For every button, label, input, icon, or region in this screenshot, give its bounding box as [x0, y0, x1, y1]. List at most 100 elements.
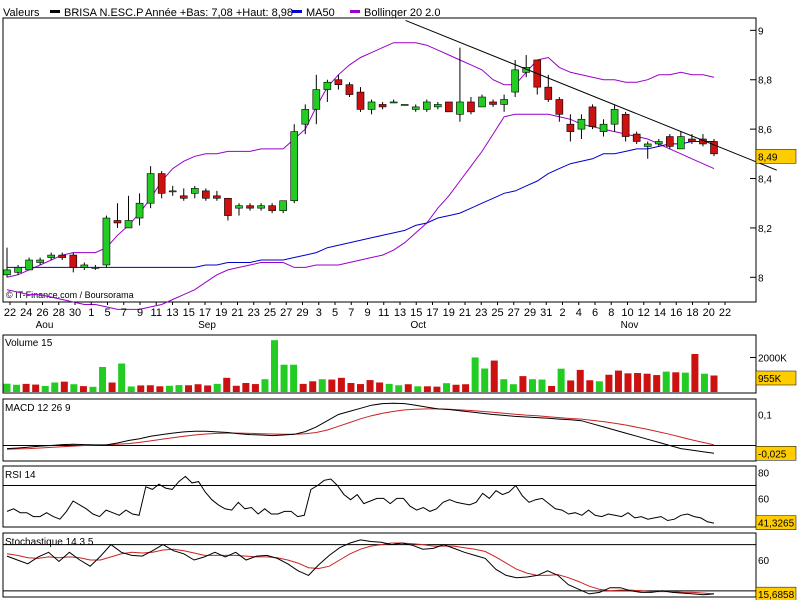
candle-body [610, 109, 619, 125]
price-tick-label: 9 [758, 26, 764, 37]
volume-bar [204, 385, 212, 392]
x-tick-label: 14 [654, 307, 666, 319]
price-tick-label: 8,8 [758, 76, 772, 87]
legend-instrument: BRISA N.ESC.P [64, 7, 143, 19]
x-tick-label: 17 [426, 307, 438, 319]
volume-bar [462, 384, 470, 392]
candle-body [224, 197, 232, 216]
volume-bar [404, 384, 412, 392]
x-tick-label: 7 [348, 307, 354, 319]
candle-body [677, 136, 685, 150]
candle-body [456, 101, 464, 115]
candle-body [511, 69, 519, 93]
candle-body [301, 109, 310, 125]
candle-body [135, 202, 144, 219]
volume-bar [251, 384, 259, 392]
candle-body [411, 106, 420, 110]
x-tick-label: 25 [264, 307, 276, 319]
volume-bar [376, 382, 384, 392]
x-tick-label: 13 [394, 307, 406, 319]
volume-bar [99, 366, 107, 392]
volume-bar [271, 340, 279, 392]
macd-signal-line [6, 408, 715, 450]
volume-bar [51, 382, 59, 392]
volume-bar [366, 380, 374, 392]
volume-bar [481, 368, 489, 392]
price-last-value: 8,49 [758, 152, 778, 163]
macd-panel: 0,1 -0,025 [3, 402, 797, 461]
technical-chart: Valeurs BRISA N.ESC.P Année +Bas: 7,08 +… [2, 7, 797, 600]
candle-body [146, 173, 155, 204]
x-tick-label: 27 [280, 307, 292, 319]
volume-bar [452, 384, 460, 392]
candle-body [422, 101, 431, 110]
stoch-panel-title: Stochastique 14 3 5 [5, 537, 94, 548]
bollinger-upper-line [6, 42, 715, 278]
volume-bar [605, 374, 613, 392]
candle-body [345, 84, 354, 95]
rsi-panel-frame [2, 465, 757, 528]
rsi-tick-label: 80 [758, 468, 770, 479]
volume-bar [22, 383, 30, 392]
stoch-d-line [6, 542, 715, 595]
candle-body [378, 104, 387, 108]
candle-body [80, 264, 89, 268]
volume-bar [643, 373, 651, 392]
volume-bar [653, 375, 661, 392]
x-tick-label: 22 [719, 307, 731, 319]
volume-bar [137, 385, 145, 392]
x-month-label: Oct [410, 320, 426, 331]
candle-body [235, 205, 243, 209]
candle-body [688, 138, 696, 142]
macd-tick-label: 0,1 [758, 411, 772, 422]
candle-body [500, 99, 508, 105]
candle-body [400, 104, 409, 106]
candle-body [621, 114, 630, 137]
volume-bar [32, 384, 40, 392]
stoch-tick-label: 60 [758, 556, 770, 567]
price-tick-label: 8,4 [758, 175, 772, 186]
x-tick-label: 24 [20, 307, 32, 319]
volume-bar [423, 386, 431, 392]
volume-bar [127, 386, 135, 392]
volume-bar [548, 385, 556, 392]
volume-bar [624, 373, 632, 392]
volume-bar [242, 383, 250, 392]
volume-bar [700, 373, 708, 392]
volume-bar [634, 373, 642, 392]
rsi-panel: 40608041,3265 [3, 468, 797, 531]
x-tick-label: 12 [638, 307, 650, 319]
x-tick-label: 13 [166, 307, 178, 319]
x-tick-label: 27 [508, 307, 520, 319]
volume-bar [662, 371, 670, 392]
macd-last-value: -0,025 [758, 449, 787, 460]
volume-bar [557, 368, 565, 392]
x-tick-label: 11 [151, 307, 162, 319]
legend-boll-label: Bollinger 20 2.0 [364, 7, 440, 19]
volume-bar [290, 364, 298, 392]
x-tick-label: 23 [475, 307, 487, 319]
candle-body [577, 118, 586, 130]
x-tick-label: 9 [364, 307, 370, 319]
volume-bar [185, 385, 193, 392]
volume-bar [710, 375, 718, 392]
x-month-label: Nov [621, 320, 639, 331]
trendline [405, 20, 777, 171]
candle-body [544, 86, 553, 100]
x-tick-label: 9 [137, 307, 143, 319]
volume-bar [528, 379, 536, 392]
stoch-last-value: 15,6858 [758, 590, 795, 600]
volume-bar [576, 369, 584, 392]
volume-bar [385, 383, 393, 392]
x-tick-label: 6 [592, 307, 598, 319]
volume-bar [538, 379, 546, 392]
rsi-last-value: 41,3265 [758, 519, 795, 530]
x-tick-label: 21 [459, 307, 471, 319]
volume-bar [79, 386, 87, 392]
stoch-panel: 60 15,6858 [3, 539, 797, 600]
copyright: © IT-Finance.com / Boursorama [6, 290, 134, 300]
x-tick-label: 31 [540, 307, 552, 319]
volume-bar [509, 384, 517, 392]
legend: Valeurs BRISA N.ESC.P Année +Bas: 7,08 +… [3, 7, 440, 19]
x-tick-label: 19 [215, 307, 227, 319]
